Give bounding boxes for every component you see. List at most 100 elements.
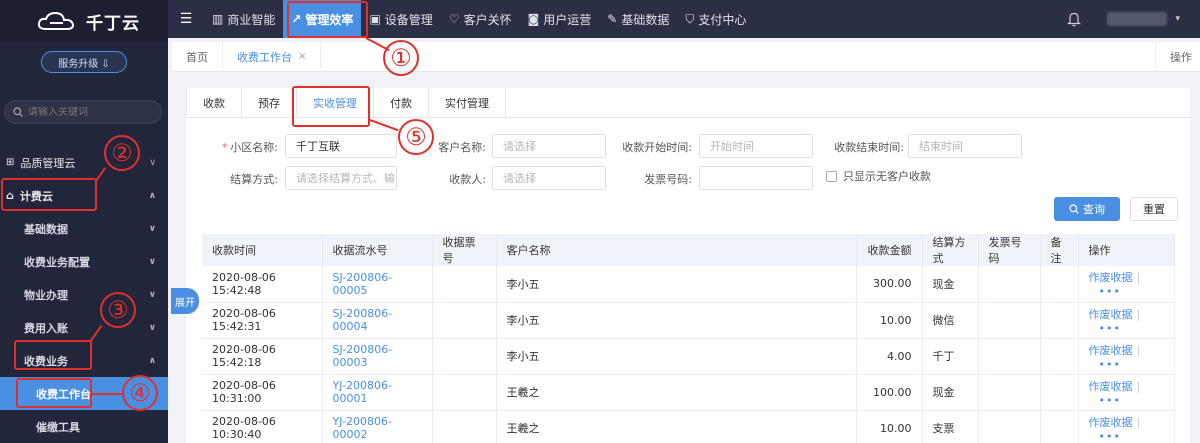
payee-label: 收款人: (449, 173, 486, 186)
cell-serial-link[interactable]: YJ-200806-00002 (322, 410, 433, 443)
annotation-number-3: ③ (100, 292, 136, 328)
cell-customer: 李小五 (496, 338, 857, 375)
cell-time: 2020-08-06 15:42:18 (202, 338, 323, 375)
sidebar-item-dunning[interactable]: 催缴工具 (0, 410, 168, 443)
start-time-input[interactable]: 开始时间 (699, 134, 813, 158)
nav-business-intelligence[interactable]: ▥ 商业智能 (204, 0, 283, 38)
payee-select[interactable]: 请选择 (492, 166, 606, 190)
filter-form: * 小区名称: 千丁互联 客户名称: 请选择 收款开始时间: 开始时间 收款结束时… (186, 118, 1190, 248)
cell-note (1040, 410, 1079, 443)
invoice-input[interactable] (699, 166, 813, 190)
tab-fee-workbench[interactable]: 收费工作台 × (223, 41, 322, 72)
void-receipt-link[interactable]: 作废收据 (1089, 308, 1133, 321)
more-icon[interactable]: ••• (1099, 394, 1121, 407)
cell-time: 2020-08-06 15:42:31 (202, 302, 323, 339)
community-select[interactable]: 千丁互联 (285, 134, 397, 158)
cell-invoice (978, 302, 1041, 339)
more-icon[interactable]: ••• (1099, 322, 1121, 335)
annotation-number-4: ④ (122, 375, 158, 411)
chevron-down-icon: ▾ (1175, 14, 1180, 24)
upgrade-button[interactable]: 服务升级 ⇩ (41, 51, 127, 73)
annotation-number-5: ⑤ (398, 119, 434, 155)
home-icon: ⌂ (6, 189, 14, 202)
more-icon[interactable]: ••• (1099, 430, 1121, 443)
cell-serial-link[interactable]: YJ-200806-00001 (322, 374, 433, 411)
sidebar-item-billing[interactable]: ⌂ 计费云 ∧ (0, 179, 168, 212)
cell-ticket (432, 302, 497, 339)
tab-prestore[interactable]: 预存 (242, 88, 297, 118)
cell-time: 2020-08-06 15:42:48 (202, 266, 323, 303)
cell-operation: 作废收据 | ••• (1078, 338, 1175, 375)
nav-user-operations[interactable]: ◙ 用户运营 (520, 0, 600, 38)
query-button[interactable]: 查询 (1054, 197, 1120, 221)
sidebar-item-quality[interactable]: ⊞ 品质管理云 ∨ (0, 146, 168, 179)
customer-select[interactable]: 请选择 (492, 134, 606, 158)
bell-icon[interactable] (1067, 11, 1082, 27)
nav-device-management[interactable]: ▣ 设备管理 (361, 0, 440, 38)
operations-menu[interactable]: 操作 (1155, 41, 1200, 72)
divider: | (1136, 307, 1141, 321)
cell-serial-link[interactable]: SJ-200806-00003 (322, 338, 433, 375)
checkbox-icon[interactable] (826, 170, 837, 182)
nav-customer-care[interactable]: ♡ 客户关怀 (441, 0, 520, 38)
void-receipt-link[interactable]: 作废收据 (1089, 271, 1133, 284)
cell-note (1040, 302, 1079, 339)
sidebar-item-fee-config[interactable]: 收费业务配置 ∨ (0, 245, 168, 278)
nav-payment-center[interactable]: ⛉ 支付中心 (677, 0, 754, 38)
divider: | (1136, 415, 1141, 429)
cell-operation: 作废收据 | ••• (1078, 302, 1175, 339)
nav-basic-data[interactable]: ✎ 基础数据 (599, 0, 677, 38)
table-row: 2020-08-06 15:42:18 SJ-200806-00003 李小五 4.0… (202, 338, 1175, 375)
tab-payment[interactable]: 付款 (374, 88, 429, 118)
cell-time: 2020-08-06 10:30:40 (202, 410, 323, 443)
user-icon: ◙ (527, 12, 540, 26)
table-row: 2020-08-06 10:30:40 YJ-200806-00002 王羲之 10.… (202, 410, 1175, 443)
void-receipt-link[interactable]: 作废收据 (1089, 380, 1133, 393)
sidebar-search-input[interactable] (28, 106, 148, 118)
sub-tabs: 收款 预存 实收管理 付款 实付管理 (186, 88, 1190, 118)
cell-customer: 李小五 (496, 302, 857, 339)
logo[interactable]: 千丁云 (0, 0, 168, 42)
cell-operation: 作废收据 | ••• (1078, 266, 1175, 303)
void-receipt-link[interactable]: 作废收据 (1089, 416, 1133, 429)
tab-collect[interactable]: 收款 (186, 88, 242, 118)
sidebar-search (4, 100, 162, 124)
divider: | (1136, 271, 1141, 285)
col-method: 结算方式 (922, 234, 979, 266)
cell-customer: 王羲之 (496, 410, 857, 443)
no-customer-checkbox[interactable]: 只显示无客户收款 (826, 168, 931, 184)
cell-method: 支票 (922, 410, 979, 443)
reset-button[interactable]: 重置 (1130, 197, 1178, 221)
cell-invoice (978, 410, 1041, 443)
content-panel: 收款 预存 实收管理 付款 实付管理 * 小区名称: 千丁互联 客户名称: 请选择… (186, 88, 1190, 443)
more-icon[interactable]: ••• (1099, 358, 1121, 371)
expand-button[interactable]: 展开 (171, 288, 199, 314)
cell-serial-link[interactable]: SJ-200806-00005 (322, 266, 433, 303)
close-icon[interactable]: × (298, 51, 306, 62)
sidebar-item-property[interactable]: 物业办理 ∨ (0, 278, 168, 311)
col-amount: 收款金额 (856, 234, 923, 266)
method-label: 结算方式: (230, 173, 278, 186)
cell-serial-link[interactable]: SJ-200806-00004 (322, 302, 433, 339)
cell-note (1040, 266, 1079, 303)
sidebar-item-fee-business[interactable]: 收费业务 ∧ (0, 344, 168, 377)
more-icon[interactable]: ••• (1099, 285, 1121, 298)
void-receipt-link[interactable]: 作废收据 (1089, 344, 1133, 357)
cell-ticket (432, 374, 497, 411)
tab-received[interactable]: 实收管理 (297, 88, 374, 118)
cell-ticket (432, 266, 497, 303)
receipts-table: 收款时间 收据流水号 收据票号 客户名称 收款金额 结算方式 发票号码 备注 操… (202, 234, 1175, 443)
menu-toggle-icon[interactable]: ☰ (174, 11, 198, 27)
chevron-down-icon: ∨ (148, 223, 156, 234)
tab-paid[interactable]: 实付管理 (429, 88, 506, 118)
tab-home[interactable]: 首页 (172, 41, 223, 72)
sidebar-item-fee-entry[interactable]: 费用入账 ∨ (0, 311, 168, 344)
user-menu[interactable]: ▾ (1107, 12, 1180, 26)
end-time-input[interactable]: 结束时间 (908, 134, 1022, 158)
nav-management-efficiency[interactable]: ↗ 管理效率 (283, 0, 362, 38)
method-select[interactable]: 请选择结算方式、输 (285, 166, 397, 190)
divider: | (1136, 379, 1141, 393)
sidebar-item-basic-data[interactable]: 基础数据 ∨ (0, 212, 168, 245)
table-header: 收款时间 收据流水号 收据票号 客户名称 收款金额 结算方式 发票号码 备注 操… (202, 234, 1175, 266)
table-row: 2020-08-06 15:42:48 SJ-200806-00005 李小五 300… (202, 266, 1175, 303)
